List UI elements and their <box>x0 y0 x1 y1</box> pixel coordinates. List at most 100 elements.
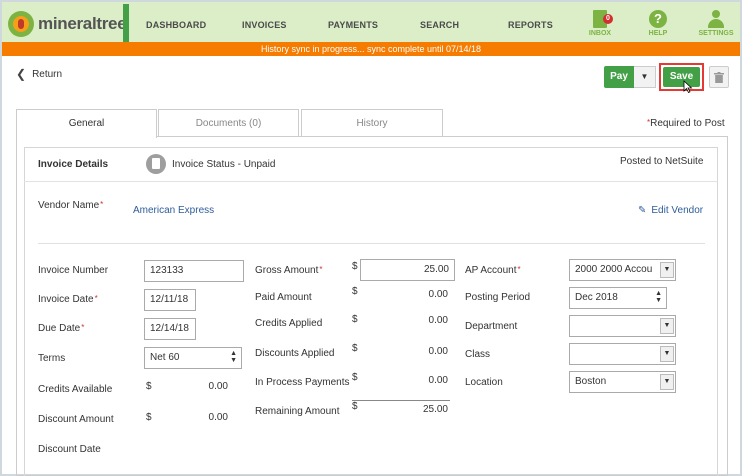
invoice-number-label: Invoice Number <box>38 265 109 276</box>
pay-button[interactable]: Pay <box>604 66 634 88</box>
credits-available-value: 0.00 <box>208 381 228 392</box>
invoice-number-field[interactable]: 123133 <box>144 260 244 282</box>
class-select[interactable]: ▼ <box>569 343 676 365</box>
total-underline <box>352 400 450 401</box>
invoice-details-card <box>24 147 718 476</box>
nav-settings[interactable]: SETTINGS <box>696 10 736 37</box>
logo-text: mineraltree <box>38 14 127 33</box>
inbox-badge: 0 <box>603 14 613 24</box>
nav-search[interactable]: SEARCH <box>420 20 459 30</box>
settings-label: SETTINGS <box>698 30 734 37</box>
remaining-amount-label: Remaining Amount <box>255 406 340 417</box>
tab-general[interactable]: General <box>16 109 157 138</box>
return-link[interactable]: ❮ Return <box>16 67 62 81</box>
caret-down-icon: ▼ <box>660 374 674 390</box>
in-process-payments-label: In Process Payments <box>255 377 350 388</box>
logo[interactable]: mineraltree <box>8 10 127 38</box>
gross-amount-label-text: Gross Amount <box>255 265 319 276</box>
currency-symbol: $ <box>352 314 358 325</box>
nav-payments[interactable]: PAYMENTS <box>328 20 378 30</box>
class-label: Class <box>465 349 491 360</box>
nav-dashboard[interactable]: DASHBOARD <box>146 20 206 30</box>
required-note: *Required to Post <box>646 118 725 129</box>
up-down-arrows-icon: ▲ ▼ <box>655 290 662 304</box>
currency-symbol: $ <box>352 401 358 412</box>
posting-period-label: Posting Period <box>465 292 531 303</box>
pay-dropdown-button[interactable]: ▼ <box>634 66 656 88</box>
currency-symbol: $ <box>352 343 358 354</box>
edit-vendor-label: Edit Vendor <box>651 205 704 216</box>
nav-help[interactable]: ? HELP <box>638 10 678 37</box>
inbox-label: INBOX <box>588 30 612 37</box>
invoice-details-header <box>24 147 718 182</box>
due-date-field[interactable]: 12/14/18 <box>144 318 196 340</box>
required-star: * <box>94 294 98 303</box>
invoice-date-label-text: Invoice Date <box>38 294 94 305</box>
discount-amount-label: Discount Amount <box>38 414 114 425</box>
currency-symbol: $ <box>352 286 358 297</box>
credits-applied-value: 0.00 <box>428 315 448 326</box>
caret-down-icon: ▼ <box>660 318 674 334</box>
invoice-status: Invoice Status - Unpaid <box>172 159 276 170</box>
nav-inbox[interactable]: 0 INBOX <box>580 10 620 37</box>
required-note-text: Required to Post <box>650 118 725 129</box>
invoice-date-label: Invoice Date* <box>38 294 98 305</box>
terms-value: Net 60 <box>150 352 180 363</box>
in-process-payments-value: 0.00 <box>428 375 448 386</box>
location-select[interactable]: Boston ▼ <box>569 371 676 393</box>
settings-icon <box>707 10 725 28</box>
required-star: * <box>81 323 85 332</box>
gross-amount-label: Gross Amount* <box>255 265 322 276</box>
tab-history[interactable]: History <box>301 109 443 137</box>
pencil-icon: ✎ <box>638 205 647 216</box>
help-label: HELP <box>648 30 668 37</box>
return-label: Return <box>32 68 63 80</box>
trash-icon <box>714 72 724 83</box>
vendor-name-link[interactable]: American Express <box>133 205 214 216</box>
posting-period-select[interactable]: Dec 2018 ▲ ▼ <box>569 287 667 309</box>
location-value: Boston <box>575 376 607 387</box>
nav-reports[interactable]: REPORTS <box>508 20 553 30</box>
tab-documents[interactable]: Documents (0) <box>158 109 299 137</box>
posting-period-value: Dec 2018 <box>575 292 618 303</box>
up-down-arrows-icon: ▲ ▼ <box>230 350 237 364</box>
currency-symbol: $ <box>146 381 152 392</box>
due-date-label-text: Due Date <box>38 323 81 334</box>
section-divider <box>38 243 705 244</box>
terms-label: Terms <box>38 353 66 364</box>
required-star: * <box>517 265 521 274</box>
required-star: * <box>100 200 104 209</box>
save-button[interactable]: Save <box>663 67 700 87</box>
currency-symbol: $ <box>146 412 152 423</box>
logo-mark-icon <box>8 11 34 37</box>
posted-to: Posted to NetSuite <box>620 156 704 167</box>
discounts-applied-label: Discounts Applied <box>255 348 335 359</box>
caret-down-icon: ▼ <box>640 72 649 81</box>
due-date-label: Due Date* <box>38 323 84 334</box>
mouse-cursor-icon <box>683 80 693 93</box>
currency-symbol: $ <box>352 261 358 272</box>
delete-button[interactable] <box>709 66 729 88</box>
paid-amount-label: Paid Amount <box>255 292 312 303</box>
gross-amount-field[interactable]: 25.00 <box>360 259 455 281</box>
department-label: Department <box>465 321 518 332</box>
ap-account-select[interactable]: 2000 2000 Accou ▼ <box>569 259 676 281</box>
nav-invoices[interactable]: INVOICES <box>242 20 287 30</box>
location-label: Location <box>465 377 503 388</box>
inbox-icon: 0 <box>593 10 613 28</box>
edit-vendor-link[interactable]: ✎ Edit Vendor <box>638 205 703 216</box>
currency-symbol: $ <box>352 372 358 383</box>
credits-applied-label: Credits Applied <box>255 318 323 329</box>
credits-available-label: Credits Available <box>38 384 113 395</box>
top-nav: mineraltree DASHBOARD INVOICES PAYMENTS … <box>2 0 740 44</box>
nav-divider <box>123 4 129 44</box>
department-select[interactable]: ▼ <box>569 315 676 337</box>
terms-select[interactable]: Net 60 ▲ ▼ <box>144 347 242 369</box>
ap-account-label: AP Account* <box>465 265 521 276</box>
invoice-date-field[interactable]: 12/11/18 <box>144 289 196 311</box>
required-star: * <box>319 265 323 274</box>
paid-amount-value: 0.00 <box>428 289 448 300</box>
sync-banner: History sync in progress... sync complet… <box>2 42 740 56</box>
discounts-applied-value: 0.00 <box>428 346 448 357</box>
vendor-name-label-text: Vendor Name <box>38 200 100 211</box>
